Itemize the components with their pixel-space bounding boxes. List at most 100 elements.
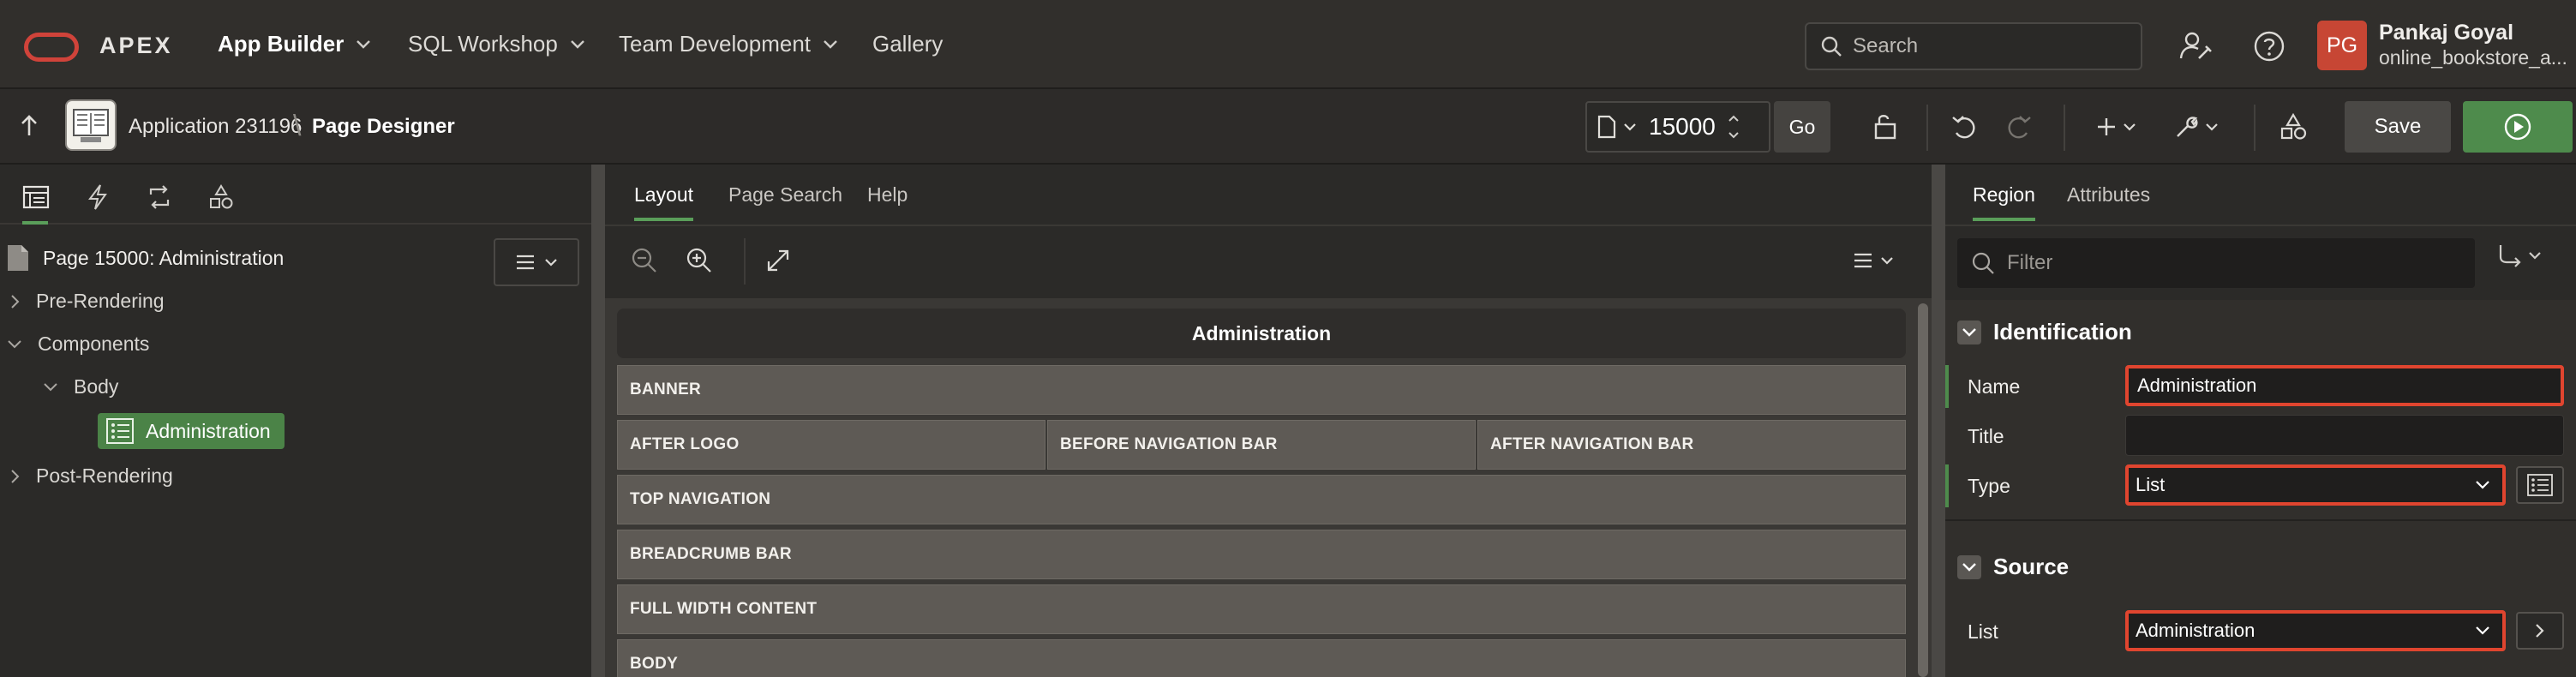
go-button[interactable]: Go (1774, 101, 1830, 153)
position-top-navigation[interactable]: TOP NAVIGATION (617, 475, 1906, 524)
title-input[interactable] (2135, 424, 2563, 446)
play-icon (2504, 113, 2531, 141)
rendering-icon (22, 185, 50, 209)
nav-app-builder[interactable]: App Builder (218, 31, 371, 57)
search-input[interactable] (1853, 34, 2110, 58)
property-editor-pane: Region Attributes Identification Name Ti… (1945, 165, 2576, 677)
right-splitter[interactable] (1932, 165, 1945, 677)
position-before-navigation-bar[interactable]: BEFORE NAVIGATION BAR (1047, 420, 1476, 470)
chevron-up-icon[interactable] (1728, 115, 1740, 123)
layout-grid: Administration BANNER AFTER LOGO BEFORE … (605, 300, 1932, 677)
chevron-down-icon[interactable] (1728, 131, 1740, 139)
position-label: BEFORE NAVIGATION BAR (1060, 435, 1278, 453)
position-label: BODY (630, 655, 679, 673)
create-menu-button[interactable] (2086, 108, 2146, 146)
utilities-menu-button[interactable] (2166, 108, 2226, 146)
group-identification[interactable]: Identification (1957, 319, 2132, 345)
left-splitter[interactable] (591, 165, 605, 677)
position-full-width-content[interactable]: FULL WIDTH CONTENT (617, 584, 1906, 634)
prop-title-field[interactable] (2125, 415, 2564, 456)
position-body[interactable]: BODY (617, 639, 1906, 677)
region-title-bar[interactable]: Administration (617, 309, 1906, 358)
tab-dynamic-actions[interactable] (81, 180, 115, 214)
go-to-group-button[interactable] (2497, 243, 2542, 267)
group-source[interactable]: Source (1957, 554, 2069, 580)
tree-node-label: Administration (146, 419, 271, 442)
user-name[interactable]: Pankaj Goyal (2379, 21, 2513, 45)
oracle-logo-icon[interactable] (24, 33, 79, 62)
up-arrow-icon[interactable] (19, 113, 39, 137)
chevron-right-icon (2536, 624, 2544, 638)
nav-team-development[interactable]: Team Development (619, 31, 838, 57)
page-number-input[interactable] (1649, 113, 1726, 141)
filter-input[interactable] (2007, 251, 2453, 275)
zoom-out-icon[interactable] (627, 243, 662, 278)
tab-processing[interactable] (142, 180, 177, 214)
tab-shared-components[interactable] (204, 180, 238, 214)
tab-attributes[interactable]: Attributes (2067, 183, 2150, 207)
page-stepper[interactable] (1728, 115, 1740, 139)
tree-menu-button[interactable] (494, 238, 579, 286)
prop-type-select[interactable]: List (2125, 464, 2506, 506)
go-to-list-button[interactable] (2516, 612, 2564, 650)
help-icon[interactable] (2249, 26, 2290, 67)
collapse-icon[interactable] (1957, 320, 1981, 344)
prop-name-label: Name (1968, 375, 2021, 398)
administration-icon[interactable] (2175, 26, 2216, 67)
lock-page-icon[interactable] (1866, 108, 1904, 146)
tree-node-administration-selected[interactable]: Administration (98, 413, 285, 449)
breadcrumb-separator: \ (293, 110, 302, 142)
prop-type-label: Type (1968, 475, 2010, 497)
processing-icon (149, 185, 170, 209)
tree-node-pre-rendering[interactable]: Pre-Rendering (10, 290, 165, 313)
page-selector[interactable] (1585, 101, 1770, 153)
run-page-button[interactable] (2463, 101, 2573, 153)
tab-rendering[interactable] (19, 180, 53, 225)
layout-menu-button[interactable] (1849, 243, 1897, 278)
collapse-icon[interactable] (1957, 554, 1981, 579)
tree-page-node[interactable]: Page 15000: Administration (5, 243, 284, 273)
name-input[interactable] (2137, 374, 2561, 397)
prop-list-select[interactable]: Administration (2125, 610, 2506, 651)
tab-region[interactable]: Region (1973, 183, 2035, 221)
position-after-navigation-bar[interactable]: AFTER NAVIGATION BAR (1477, 420, 1906, 470)
property-filter[interactable] (1957, 238, 2475, 288)
tree-node-label: Components (38, 333, 150, 355)
save-button[interactable]: Save (2345, 101, 2451, 153)
tab-page-search[interactable]: Page Search (728, 183, 842, 207)
application-icon[interactable] (65, 99, 117, 151)
chevron-down-icon (356, 39, 371, 49)
nav-sql-workshop[interactable]: SQL Workshop (408, 31, 585, 57)
global-search[interactable] (1805, 22, 2142, 70)
chevron-down-icon[interactable] (1623, 123, 1637, 131)
layout-scrollbar[interactable] (1918, 303, 1928, 677)
undo-icon[interactable] (1945, 108, 1983, 146)
redo-icon[interactable] (2000, 108, 2038, 146)
apex-brand[interactable]: APEX (99, 33, 173, 59)
chevron-right-icon (11, 469, 20, 483)
user-workspace: online_bookstore_a... (2379, 46, 2567, 69)
tree-node-post-rendering[interactable]: Post-Rendering (10, 464, 173, 488)
breadcrumb-application[interactable]: Application 231196 (129, 115, 302, 139)
tree-node-body[interactable]: Body (43, 375, 118, 398)
position-label: BANNER (630, 380, 702, 398)
zoom-in-icon[interactable] (682, 243, 716, 278)
go-to-group-icon (2499, 245, 2521, 267)
position-banner[interactable]: BANNER (617, 365, 1906, 415)
avatar[interactable]: PG (2317, 21, 2367, 70)
layout-controls (605, 226, 1932, 300)
tab-help[interactable]: Help (867, 183, 908, 207)
prop-name-field[interactable] (2125, 365, 2564, 406)
tree-node-components[interactable]: Components (7, 333, 149, 356)
shared-components-icon[interactable] (2274, 108, 2312, 146)
expand-icon[interactable] (761, 243, 795, 278)
list-type-icon-button[interactable] (2516, 466, 2564, 504)
nav-gallery[interactable]: Gallery (872, 31, 943, 57)
position-after-logo[interactable]: AFTER LOGO (617, 420, 1045, 470)
nav-team-development-label: Team Development (619, 31, 811, 57)
property-groups: Identification Name Title Type List Sour… (1945, 300, 2576, 677)
tab-layout[interactable]: Layout (634, 183, 694, 221)
list-value: Administration (2136, 620, 2255, 641)
chevron-down-icon (2124, 123, 2136, 131)
position-breadcrumb-bar[interactable]: BREADCRUMB BAR (617, 530, 1906, 579)
